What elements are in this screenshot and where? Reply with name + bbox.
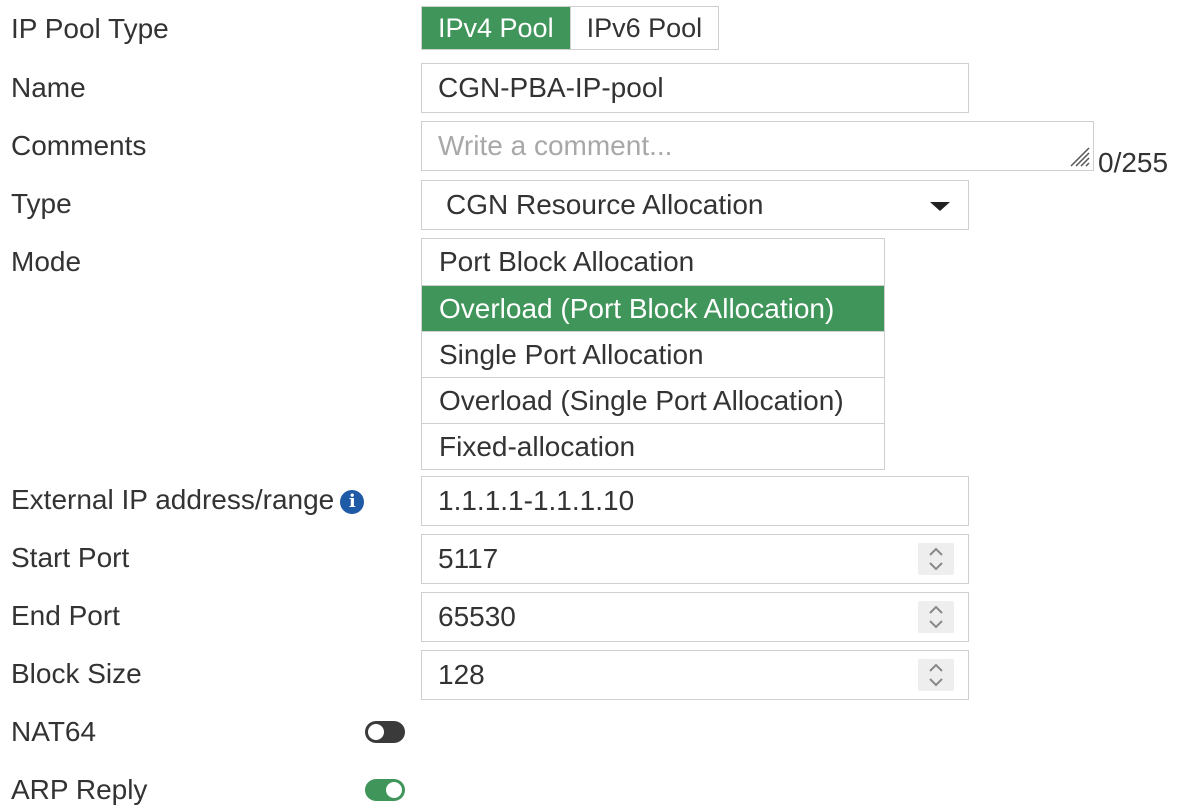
name-label: Name <box>11 72 86 103</box>
start-port-input[interactable]: 5117 <box>421 534 969 584</box>
mode-option-overload-single-port-allocation[interactable]: Overload (Single Port Allocation) <box>422 377 884 423</box>
ip-pool-type-toggle: IPv4 Pool IPv6 Pool <box>421 6 720 50</box>
name-input[interactable]: CGN-PBA-IP-pool <box>421 63 969 113</box>
arp-reply-label: ARP Reply <box>11 774 148 805</box>
start-port-label: Start Port <box>11 542 130 573</box>
mode-list: Port Block Allocation Overload (Port Blo… <box>421 238 885 470</box>
block-size-value: 128 <box>438 659 485 690</box>
arp-reply-toggle[interactable] <box>365 779 405 801</box>
end-port-label: End Port <box>11 600 120 631</box>
start-port-stepper-icon[interactable] <box>918 543 954 575</box>
ipv6-pool-button[interactable]: IPv6 Pool <box>569 7 719 49</box>
start-port-value: 5117 <box>438 543 499 574</box>
mode-option-fixed-allocation[interactable]: Fixed-allocation <box>422 423 884 469</box>
mode-label: Mode <box>11 246 82 277</box>
end-port-stepper-icon[interactable] <box>918 601 954 633</box>
info-icon[interactable]: i <box>340 490 365 514</box>
type-label: Type <box>11 188 72 219</box>
mode-option-single-port-allocation[interactable]: Single Port Allocation <box>422 331 884 377</box>
caret-down-icon <box>930 202 950 211</box>
comments-placeholder: Write a comment... <box>438 130 673 161</box>
mode-option-overload-port-block-allocation[interactable]: Overload (Port Block Allocation) <box>422 285 884 331</box>
mode-option-port-block-allocation[interactable]: Port Block Allocation <box>422 239 884 285</box>
comments-textarea[interactable]: Write a comment... <box>421 121 1094 171</box>
type-select[interactable]: CGN Resource Allocation <box>421 180 969 230</box>
nat64-toggle-knob <box>368 724 384 740</box>
nat64-toggle[interactable] <box>365 721 405 743</box>
ipv4-pool-button[interactable]: IPv4 Pool <box>422 7 570 49</box>
block-size-input[interactable]: 128 <box>421 650 969 700</box>
end-port-value: 65530 <box>438 601 516 632</box>
nat64-label: NAT64 <box>11 716 97 747</box>
block-size-stepper-icon[interactable] <box>918 659 954 691</box>
external-ip-label: External IP address/range i <box>11 480 365 520</box>
arp-reply-toggle-knob <box>386 782 402 798</box>
external-ip-input[interactable]: 1.1.1.1-1.1.1.10 <box>421 476 969 526</box>
comments-char-count: 0/255 <box>1098 147 1169 178</box>
end-port-input[interactable]: 65530 <box>421 592 969 642</box>
ip-pool-type-label: IP Pool Type <box>11 13 169 44</box>
comments-label: Comments <box>11 130 147 161</box>
block-size-label: Block Size <box>11 658 142 689</box>
external-ip-label-text: External IP address/range <box>11 484 335 515</box>
resize-grip-icon[interactable] <box>1065 142 1091 168</box>
type-select-value: CGN Resource Allocation <box>446 189 764 220</box>
